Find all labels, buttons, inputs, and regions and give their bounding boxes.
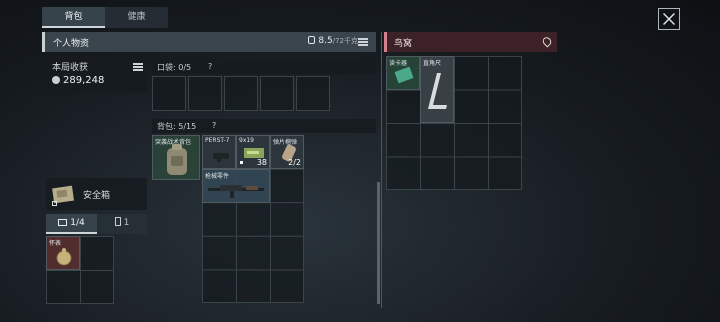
- weight-lock-icon: [308, 36, 316, 44]
- backpack-icon: [167, 144, 187, 175]
- personal-supplies-title: 个人物资: [53, 39, 90, 49]
- ammo-dot: [240, 161, 243, 164]
- rifle-part-label: 枪械零件: [205, 173, 230, 180]
- pocket-slot[interactable]: [296, 76, 330, 111]
- pocket-watch-item[interactable]: 怀表: [46, 236, 80, 270]
- square-ruler-item[interactable]: 直角尺: [420, 56, 454, 123]
- close-button[interactable]: [658, 8, 680, 30]
- pocket-slot[interactable]: [224, 76, 258, 111]
- pocket-help-icon[interactable]: ?: [208, 62, 212, 71]
- scrollbar[interactable]: [377, 182, 380, 304]
- lock-icon: [52, 201, 57, 206]
- rifle-icon: [208, 185, 264, 198]
- pocket-watch-icon: [56, 248, 72, 266]
- backpack-help-icon[interactable]: ?: [212, 121, 216, 130]
- backpack-label: 背包: 5/15: [157, 122, 197, 131]
- panel-divider: [381, 32, 382, 308]
- location-pin-icon[interactable]: [540, 35, 554, 48]
- earnings-list-icon[interactable]: [133, 63, 143, 71]
- birds-nest-header: 鸟窝: [384, 32, 557, 52]
- earnings-label: 本局收获: [52, 63, 89, 73]
- backpack-grid: PERST-7 9x19 38 弹片榴弹 2/2 枪械零件: [202, 135, 304, 303]
- square-ruler-label: 直角尺: [423, 60, 442, 67]
- pocket-watch-label: 怀表: [49, 240, 62, 247]
- pocket-slot[interactable]: [152, 76, 186, 111]
- pocket-header: 口袋: 0/5 ?: [152, 60, 376, 74]
- personal-supplies-header: 个人物资 8.5/72千克: [42, 32, 376, 52]
- tab-backpack[interactable]: 背包: [42, 7, 105, 28]
- ammo-label: 9x19: [239, 137, 255, 144]
- pocket-label: 口袋: 0/5: [157, 63, 192, 72]
- rifle-part-item[interactable]: 枪械零件: [202, 169, 270, 203]
- ammo-item[interactable]: 9x19 38: [236, 135, 270, 169]
- earnings-panel: 本局收获 289,248: [46, 56, 147, 92]
- safebox-label: 安全箱: [83, 191, 111, 201]
- card-reader-icon: [394, 66, 414, 84]
- tab-battery-items[interactable]: 1: [97, 214, 147, 234]
- grenade-item[interactable]: 弹片榴弹 2/2: [270, 135, 304, 169]
- tab-container-items[interactable]: 1/4: [46, 214, 97, 234]
- personal-list-icon[interactable]: [358, 38, 368, 46]
- pocket-slot[interactable]: [188, 76, 222, 111]
- scope-icon: [213, 153, 229, 162]
- safebox-panel[interactable]: 安全箱: [46, 178, 147, 210]
- battery-icon: [114, 217, 121, 226]
- container-icon: [58, 219, 68, 226]
- grenade-count: 2/2: [288, 158, 301, 167]
- backpack-header: 背包: 5/15 ?: [152, 119, 376, 133]
- perst-item[interactable]: PERST-7: [202, 135, 236, 169]
- birds-nest-title: 鸟窝: [394, 39, 413, 49]
- pocket-slot[interactable]: [260, 76, 294, 111]
- equipped-backpack-slot[interactable]: 突袭战术背包: [152, 135, 200, 180]
- perst-label: PERST-7: [205, 137, 230, 144]
- tab-container-count: 1/4: [70, 218, 85, 228]
- ammo-count: 38: [256, 158, 267, 167]
- tab-health[interactable]: 健康: [105, 7, 168, 28]
- earnings-value: 289,248: [63, 75, 105, 86]
- weight-value: 8.5: [318, 36, 333, 46]
- card-reader-item[interactable]: 读卡器: [386, 56, 420, 90]
- weight-max: /72千克: [332, 37, 358, 45]
- close-icon: [663, 13, 675, 25]
- ruler-icon: [428, 73, 447, 109]
- weight-indicator: 8.5/72千克: [308, 36, 358, 46]
- tab-battery-count: 1: [123, 218, 130, 228]
- earnings-value-row: 289,248: [52, 75, 104, 86]
- coin-icon: [52, 76, 60, 84]
